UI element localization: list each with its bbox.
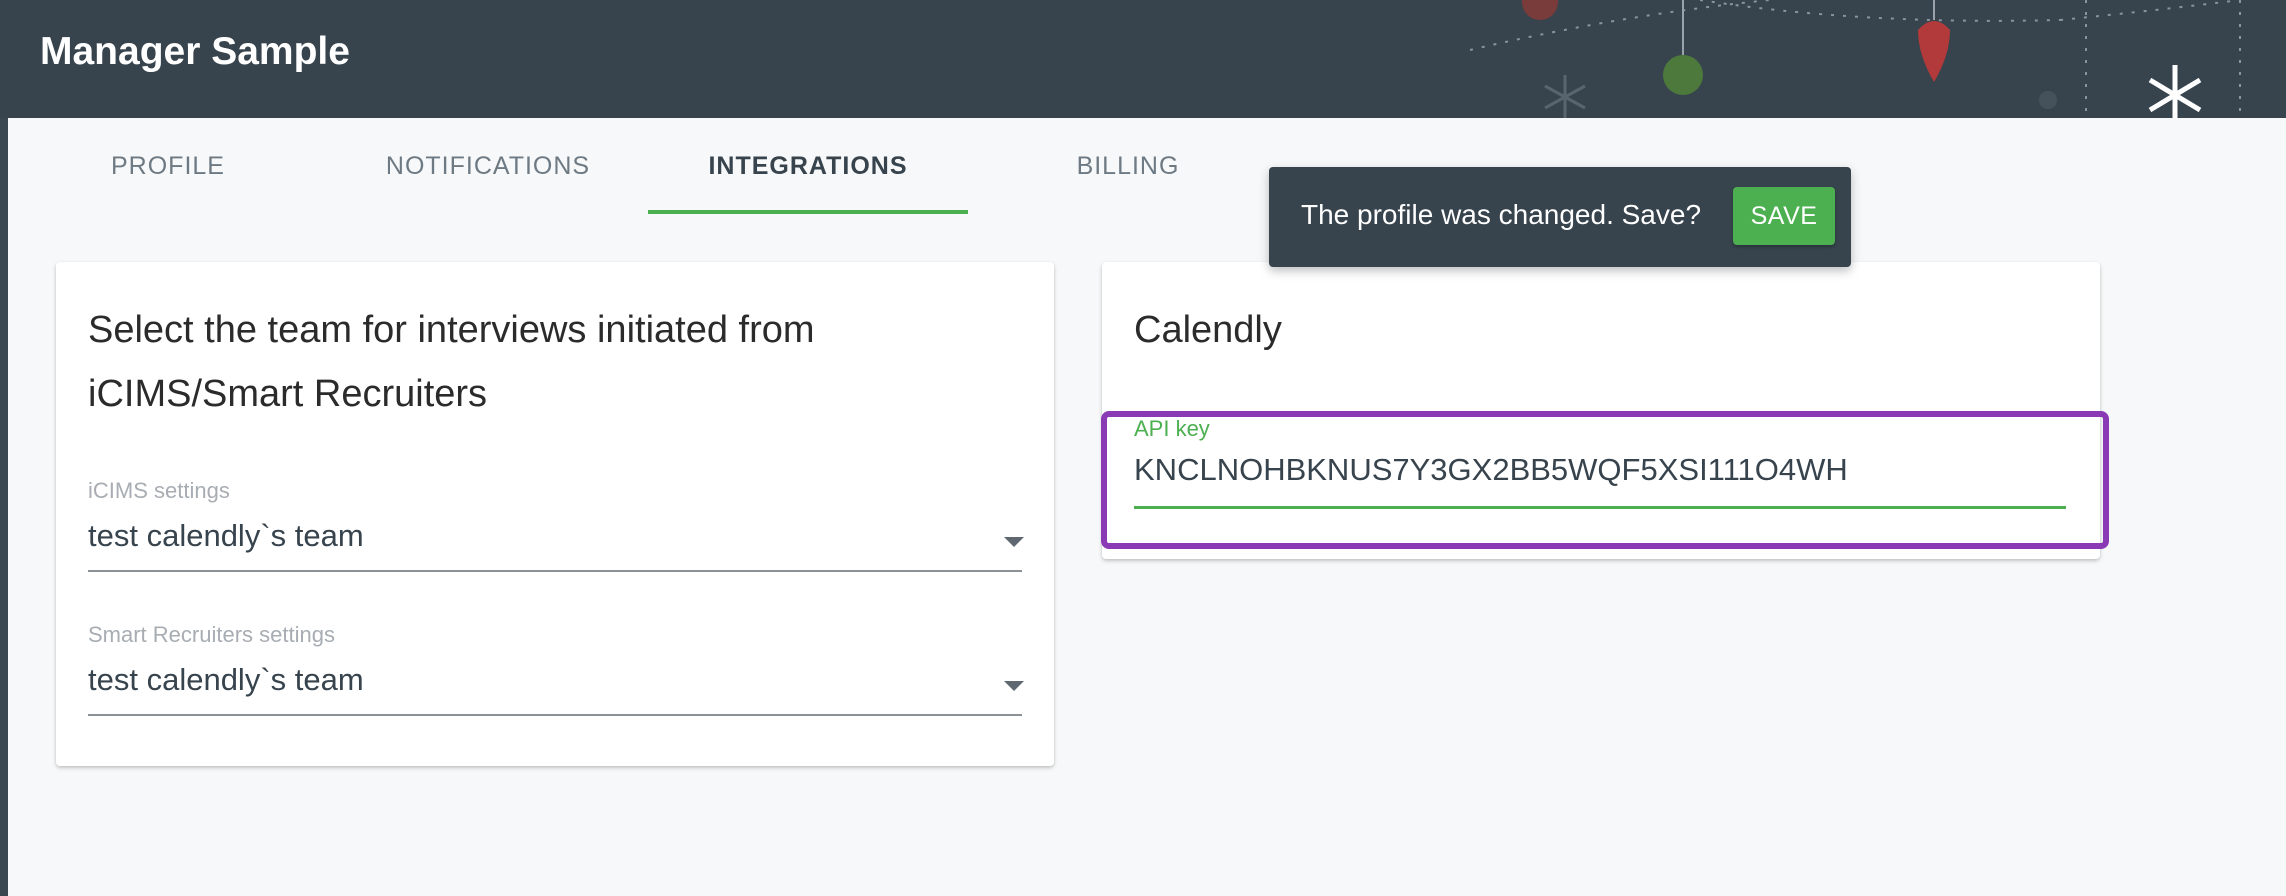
- team-card-title-line2: iCIMS/Smart Recruiters: [88, 373, 488, 415]
- active-tab-indicator: [648, 210, 968, 214]
- smart-recruiters-team-select[interactable]: test calendly`s team: [88, 662, 1022, 698]
- ornament-icon: [1522, 0, 1558, 20]
- settings-tabs: PROFILE NOTIFICATIONS INTEGRATIONS BILLI…: [8, 118, 1308, 218]
- icims-select-underline: [88, 570, 1022, 572]
- app-title: Manager Sample: [40, 30, 350, 73]
- tab-billing[interactable]: BILLING: [968, 118, 1288, 214]
- holiday-decoration: [1469, 0, 2241, 118]
- icims-settings-label: iCIMS settings: [88, 478, 230, 503]
- tab-notifications[interactable]: NOTIFICATIONS: [328, 118, 648, 214]
- team-selection-card: Select the team for interviews initiated…: [56, 262, 1054, 766]
- smart-recruiters-select-underline: [88, 714, 1022, 716]
- ornament-icon: [1918, 0, 1950, 82]
- snackbar-message: The profile was changed. Save?: [1301, 199, 1702, 230]
- calendly-card-title: Calendly: [1134, 309, 1282, 351]
- dropdown-caret-icon[interactable]: [1004, 537, 1024, 547]
- dropdown-caret-icon[interactable]: [1004, 681, 1024, 691]
- api-key-highlight: [1101, 411, 2109, 549]
- tab-profile[interactable]: PROFILE: [8, 118, 328, 214]
- tab-integrations[interactable]: INTEGRATIONS: [648, 118, 968, 214]
- icims-team-select[interactable]: test calendly`s team: [88, 518, 1022, 554]
- snowflake-icon: [1544, 75, 1586, 118]
- ornament-icon: [1663, 0, 1703, 95]
- smart-recruiters-settings-label: Smart Recruiters settings: [88, 622, 335, 647]
- snowflake-icon: [2148, 65, 2202, 118]
- save-button[interactable]: SAVE: [1733, 187, 1835, 245]
- unsaved-changes-snackbar: The profile was changed. Save? SAVE: [1269, 167, 1851, 267]
- app-bar: Manager Sample: [0, 0, 2286, 118]
- team-card-title-line1: Select the team for interviews initiated…: [88, 309, 815, 351]
